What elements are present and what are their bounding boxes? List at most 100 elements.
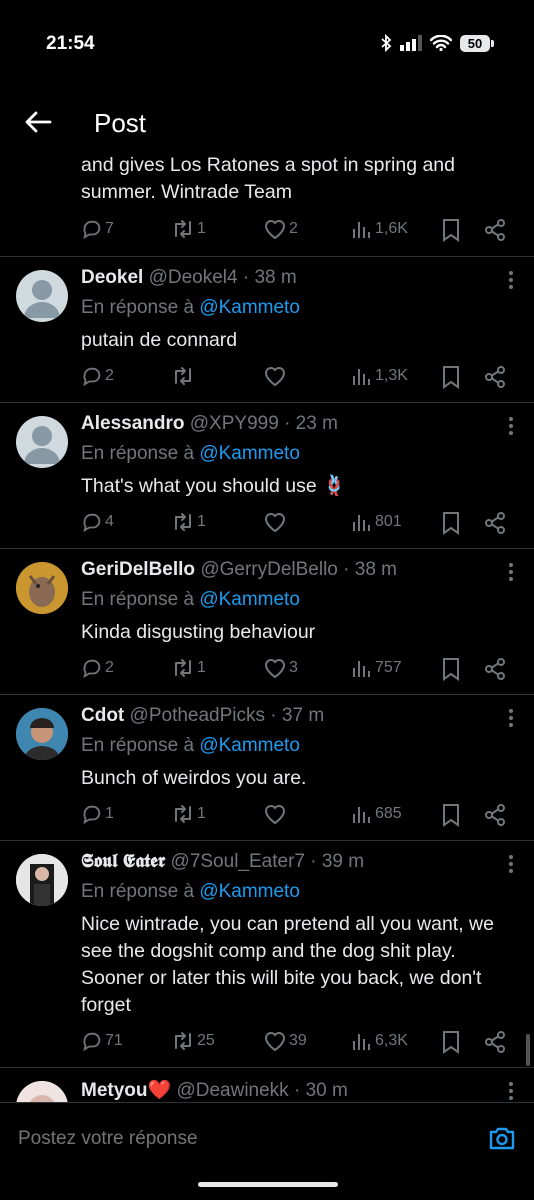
partial-tweet-actions: 7 1 2 1,6K: [81, 218, 511, 244]
view-count: 757: [375, 659, 402, 676]
reply-tweet[interactable]: Alessandro @XPY999 · 23 m En réponse à @…: [0, 403, 534, 548]
reply-tweet[interactable]: Cdot @PotheadPicks · 37 m En réponse à @…: [0, 695, 534, 840]
bookmark-icon[interactable]: [441, 511, 461, 535]
avatar[interactable]: [16, 270, 68, 322]
avatar[interactable]: [16, 562, 68, 614]
views-button[interactable]: 685: [351, 803, 402, 825]
like-button[interactable]: [263, 803, 289, 825]
tweet-text: Nice wintrade, you can pretend all you w…: [81, 913, 494, 1016]
more-options-icon[interactable]: [508, 271, 514, 291]
views-icon: [353, 1034, 370, 1050]
views-icon: [353, 807, 370, 823]
avatar-image: [16, 562, 68, 614]
heart-icon: [264, 513, 286, 533]
more-options-icon[interactable]: [508, 417, 514, 437]
reply-button[interactable]: 7: [81, 218, 114, 240]
avatar[interactable]: [16, 1081, 68, 1102]
reply-button[interactable]: 71: [81, 1030, 123, 1052]
reply-tweet[interactable]: 𝕾𝖔𝖚𝖑 𝕰𝖆𝖙𝖊𝖗 @7Soul_Eater7 · 39 m En répon…: [0, 841, 534, 1067]
reply-count: 2: [105, 659, 114, 676]
author-handle[interactable]: @Deawinekk: [176, 1080, 288, 1101]
bookmark-icon[interactable]: [441, 657, 461, 681]
reply-icon: [83, 367, 101, 387]
reply-mention[interactable]: @Kammeto: [199, 297, 300, 318]
repost-button[interactable]: 1: [171, 218, 206, 240]
more-options-icon[interactable]: [508, 563, 514, 583]
repost-button[interactable]: 25: [171, 1030, 215, 1052]
bookmark-icon[interactable]: [441, 1030, 461, 1054]
views-button[interactable]: 6,3K: [351, 1030, 408, 1052]
heart-icon: [264, 220, 286, 240]
author-name[interactable]: Metyou❤️: [81, 1080, 171, 1101]
camera-icon[interactable]: [488, 1125, 516, 1151]
heart-icon: [264, 367, 286, 387]
author-name[interactable]: Alessandro: [81, 413, 184, 434]
author-handle[interactable]: @Deokel4: [149, 267, 238, 288]
like-button[interactable]: 39: [263, 1030, 307, 1052]
more-options-icon[interactable]: [508, 1082, 514, 1102]
more-options-icon[interactable]: [508, 709, 514, 729]
views-button[interactable]: 1,6K: [351, 218, 408, 240]
replies-feed[interactable]: and gives Los Ratones a spot in spring a…: [0, 154, 534, 1102]
battery-indicator: 50: [460, 34, 494, 52]
author-handle[interactable]: @7Soul_Eater7: [171, 851, 305, 872]
like-button[interactable]: 2: [263, 218, 298, 240]
author-handle[interactable]: @PotheadPicks: [130, 705, 265, 726]
reply-prefix: En réponse à: [81, 443, 195, 464]
bookmark-icon[interactable]: [441, 803, 461, 827]
reply-icon: [83, 1032, 101, 1052]
like-button[interactable]: [263, 365, 289, 387]
reply-tweet[interactable]: Metyou❤️ @Deawinekk · 30 m: [0, 1068, 534, 1102]
views-icon: [353, 222, 370, 238]
avatar[interactable]: [16, 708, 68, 760]
reply-mention[interactable]: @Kammeto: [199, 443, 300, 464]
author-name[interactable]: 𝕾𝖔𝖚𝖑 𝕰𝖆𝖙𝖊𝖗: [81, 851, 165, 872]
repost-count: 1: [197, 513, 206, 530]
bookmark-icon[interactable]: [441, 365, 461, 389]
repost-button[interactable]: 1: [171, 511, 206, 533]
author-name[interactable]: GeriDelBello: [81, 559, 195, 580]
home-indicator[interactable]: [198, 1182, 338, 1187]
status-bar: 21:54 50: [0, 0, 534, 88]
tweet-time: 39 m: [321, 851, 365, 872]
reply-button[interactable]: 2: [81, 657, 114, 679]
reply-mention[interactable]: @Kammeto: [199, 735, 300, 756]
reply-button[interactable]: 4: [81, 511, 114, 533]
like-button[interactable]: [263, 511, 289, 533]
author-name[interactable]: Cdot: [81, 705, 124, 726]
bookmark-icon[interactable]: [441, 218, 461, 242]
repost-count: 25: [197, 1032, 215, 1049]
avatar[interactable]: [16, 416, 68, 468]
share-icon[interactable]: [484, 511, 506, 535]
author-name[interactable]: Deokel: [81, 267, 143, 288]
repost-button[interactable]: 1: [171, 803, 206, 825]
avatar[interactable]: [16, 854, 68, 906]
share-icon[interactable]: [484, 803, 506, 827]
reply-mention[interactable]: @Kammeto: [199, 881, 300, 902]
views-button[interactable]: 757: [351, 657, 402, 679]
reply-button[interactable]: 1: [81, 803, 114, 825]
reply-button[interactable]: 2: [81, 365, 114, 387]
scrollbar[interactable]: [526, 1034, 530, 1066]
tweet-actions: 4 1 801: [81, 511, 511, 537]
reply-input[interactable]: [16, 1127, 460, 1151]
author-handle[interactable]: @XPY999: [190, 413, 279, 434]
reply-mention[interactable]: @Kammeto: [199, 589, 300, 610]
author-handle[interactable]: @GerryDelBello: [200, 559, 338, 580]
share-icon[interactable]: [484, 657, 506, 681]
more-options-icon[interactable]: [508, 855, 514, 875]
repost-icon: [175, 805, 191, 823]
repost-button[interactable]: 1: [171, 657, 206, 679]
views-button[interactable]: 1,3K: [351, 365, 408, 387]
reply-tweet[interactable]: GeriDelBello @GerryDelBello · 38 m En ré…: [0, 549, 534, 694]
reply-prefix: En réponse à: [81, 297, 195, 318]
views-button[interactable]: 801: [351, 511, 402, 533]
share-icon[interactable]: [484, 365, 506, 389]
repost-button[interactable]: [171, 365, 197, 387]
back-arrow-icon[interactable]: [22, 106, 54, 138]
reply-tweet[interactable]: Deokel @Deokel4 · 38 m En réponse à @Kam…: [0, 257, 534, 402]
like-button[interactable]: 3: [263, 657, 298, 679]
heart-icon: [264, 1032, 286, 1052]
share-icon[interactable]: [484, 218, 506, 242]
share-icon[interactable]: [484, 1030, 506, 1054]
